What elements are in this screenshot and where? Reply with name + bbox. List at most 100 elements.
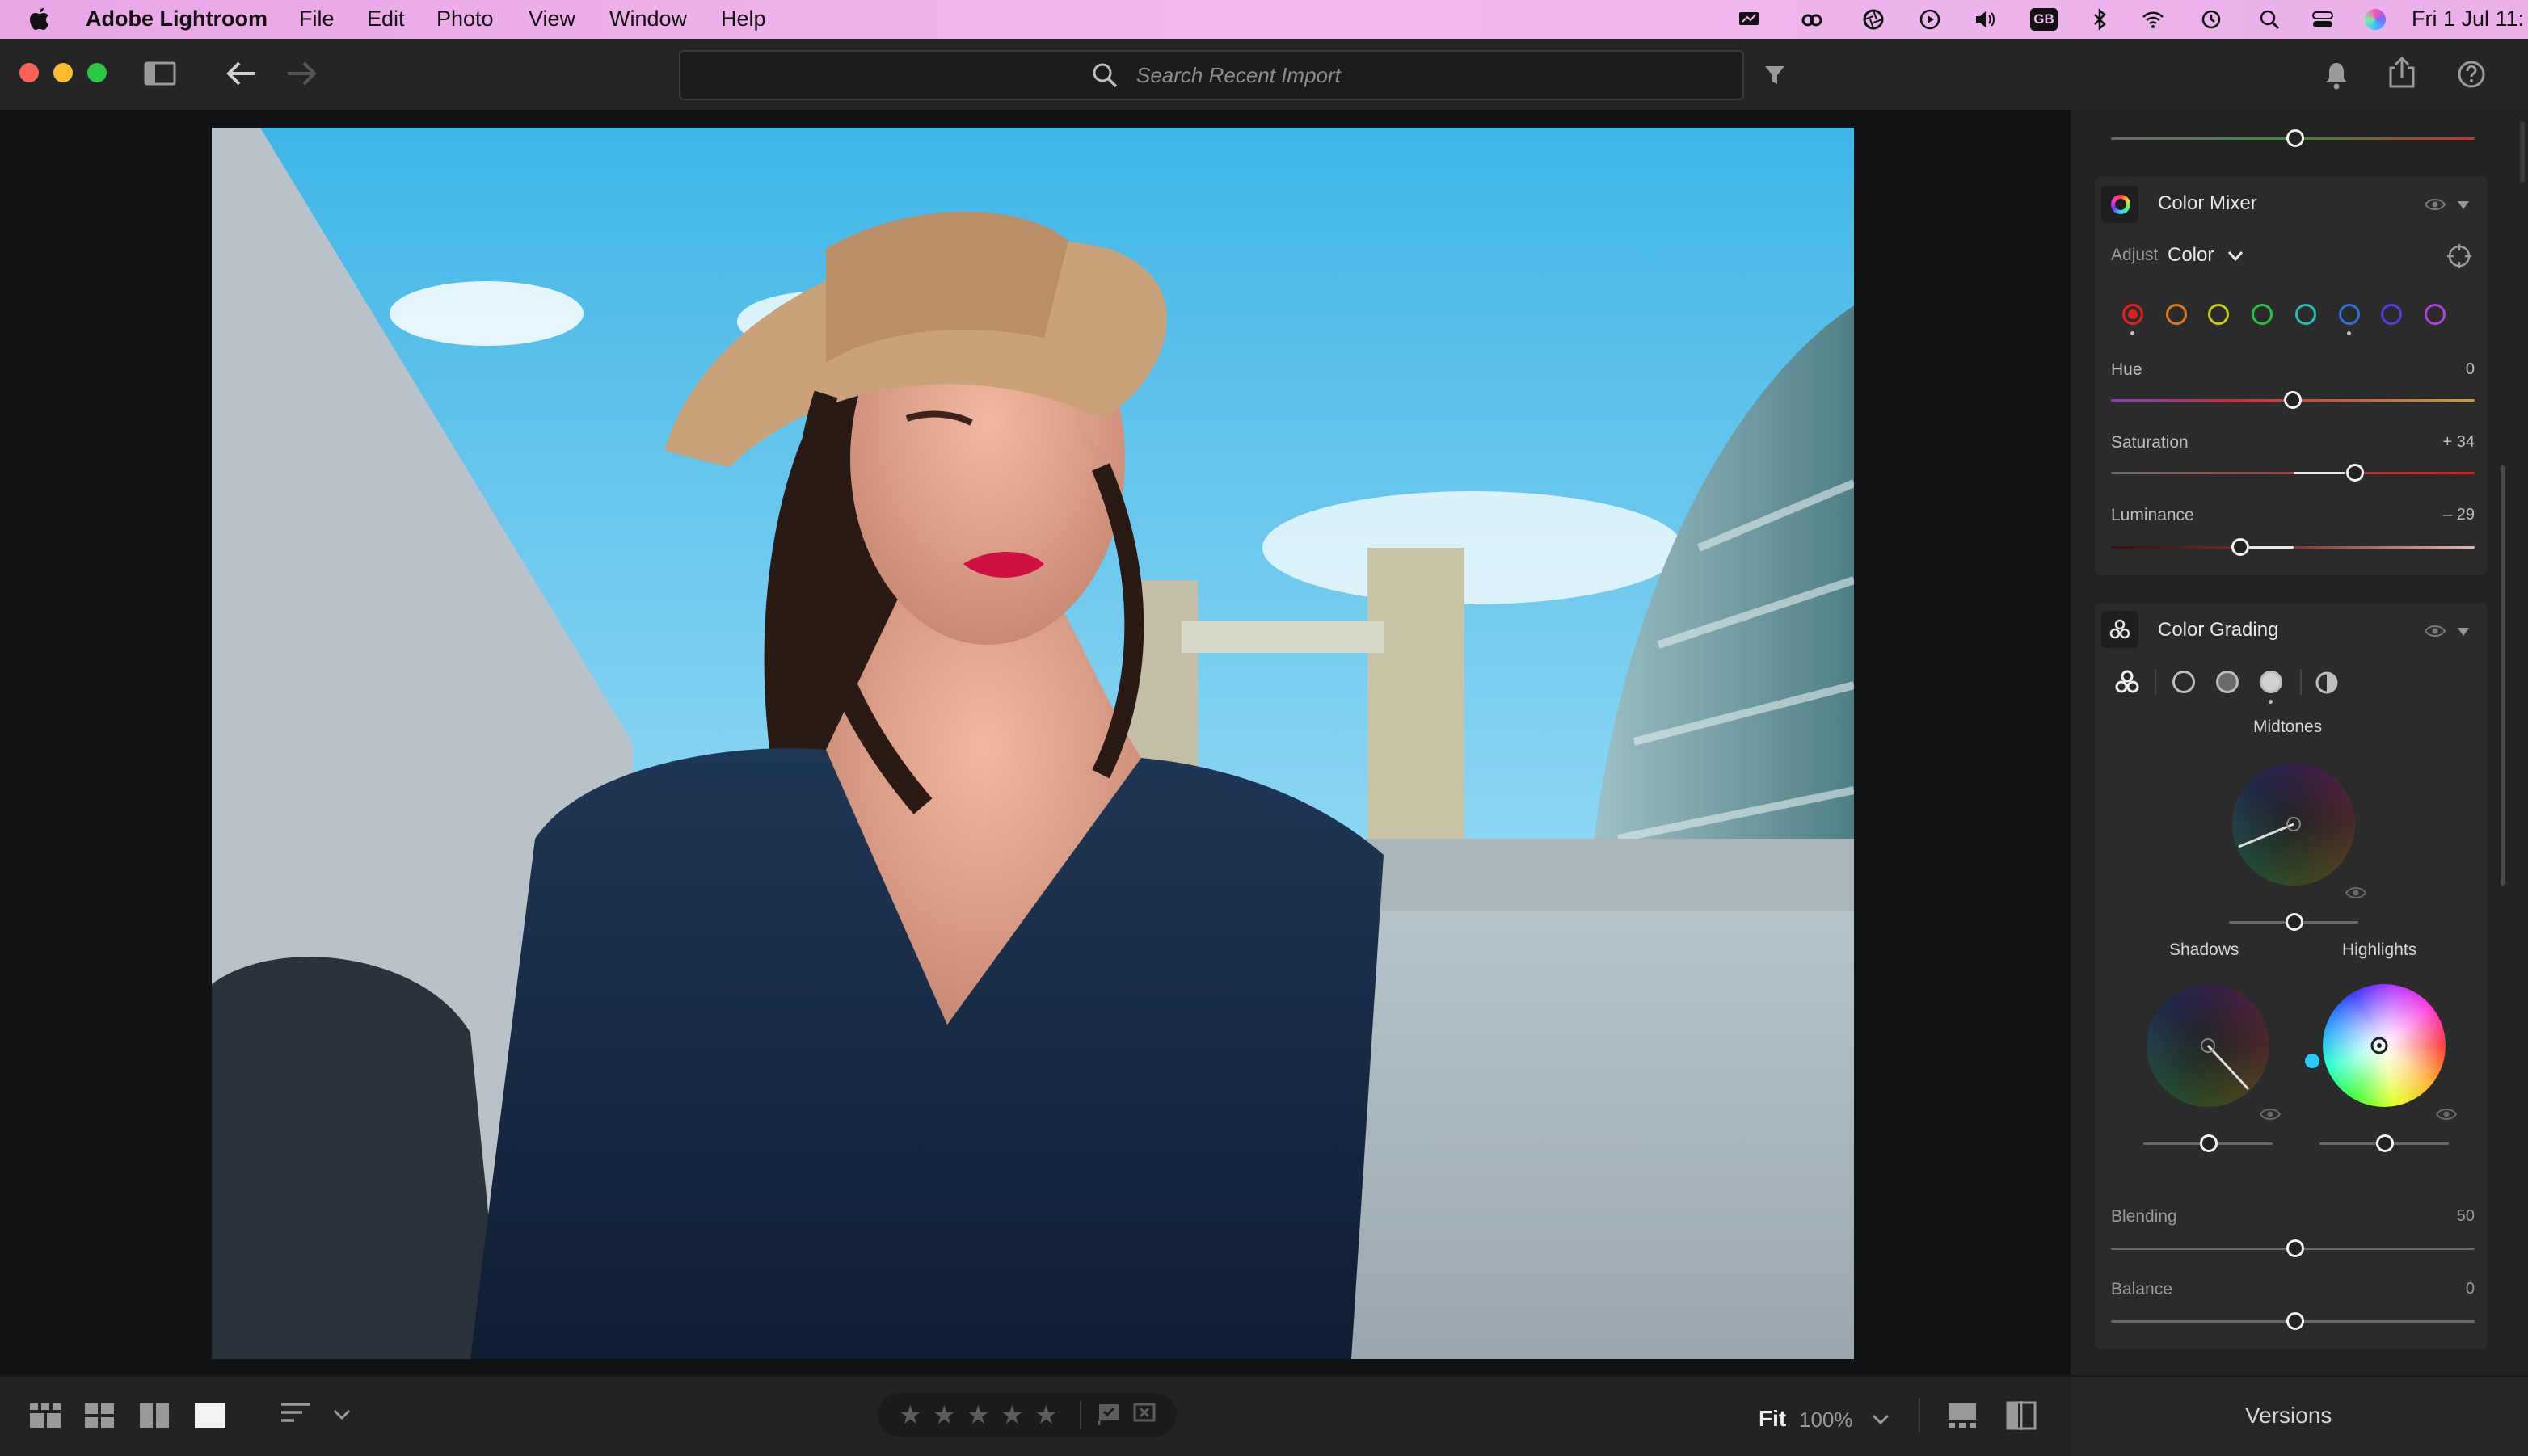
screen-share-icon[interactable] xyxy=(1738,8,1760,31)
detail-view-icon[interactable] xyxy=(194,1403,226,1429)
adjust-chevron-down-icon[interactable] xyxy=(2227,250,2244,262)
play-icon[interactable] xyxy=(1919,8,1941,31)
saturation-slider-track[interactable] xyxy=(2111,472,2475,474)
balance-label: Balance xyxy=(2111,1280,2172,1298)
luminance-value[interactable]: – 29 xyxy=(2410,506,2475,524)
swatch-green[interactable] xyxy=(2252,304,2273,325)
highlights-luminance-knob[interactable] xyxy=(2376,1134,2394,1152)
swatch-orange[interactable] xyxy=(2166,304,2187,325)
photo-preview[interactable] xyxy=(212,128,1854,1359)
sidebar-toggle-icon[interactable] xyxy=(144,61,176,86)
auto-saturation-knob[interactable] xyxy=(2286,129,2304,147)
time-machine-icon[interactable] xyxy=(2200,8,2223,31)
app-menu[interactable]: Adobe Lightroom xyxy=(86,6,268,32)
balance-value[interactable]: 0 xyxy=(2410,1280,2475,1298)
back-arrow-icon[interactable] xyxy=(225,60,259,87)
color-grading-visibility-eye-icon[interactable] xyxy=(2425,624,2446,638)
star-4[interactable]: ★ xyxy=(1001,1399,1024,1430)
swatch-aqua[interactable] xyxy=(2295,304,2316,325)
saturation-value[interactable]: + 34 xyxy=(2410,433,2475,452)
zoom-level-dropdown[interactable]: 100% xyxy=(1799,1408,1853,1433)
menu-photo[interactable]: Photo xyxy=(436,6,494,32)
shadows-view-icon[interactable] xyxy=(2172,671,2195,693)
wifi-icon[interactable] xyxy=(2142,8,2164,31)
zoom-window-button[interactable] xyxy=(87,63,107,82)
color-mixer-visibility-eye-icon[interactable] xyxy=(2425,197,2446,212)
saturation-slider-knob[interactable] xyxy=(2345,464,2364,482)
search-placeholder: Search Recent Import xyxy=(1136,63,1341,87)
apple-icon[interactable] xyxy=(29,6,50,31)
menu-help[interactable]: Help xyxy=(721,6,766,32)
midtones-luminance-knob[interactable] xyxy=(2286,913,2303,931)
midtones-visibility-eye-icon[interactable] xyxy=(2345,886,2366,900)
filmstrip-icon[interactable] xyxy=(1948,1403,1977,1429)
color-grading-title: Color Grading xyxy=(2158,619,2279,641)
highlights-hue-indicator[interactable] xyxy=(2305,1054,2319,1068)
highlights-wheel-handle[interactable] xyxy=(2323,984,2446,1107)
share-icon[interactable] xyxy=(2387,57,2416,89)
help-icon[interactable] xyxy=(2457,60,2486,89)
spotlight-icon[interactable] xyxy=(2258,8,2281,31)
minimize-window-button[interactable] xyxy=(53,63,73,82)
star-5[interactable]: ★ xyxy=(1034,1399,1058,1430)
three-way-view-icon[interactable] xyxy=(2113,667,2142,696)
hue-value[interactable]: 0 xyxy=(2410,360,2475,379)
swatch-purple[interactable] xyxy=(2381,304,2402,325)
swatch-blue[interactable] xyxy=(2339,304,2360,325)
square-grid-view-icon[interactable] xyxy=(29,1403,61,1429)
control-center-icon[interactable] xyxy=(2311,8,2334,31)
volume-icon[interactable] xyxy=(1974,8,1996,31)
panel-scroll-indicator[interactable] xyxy=(2520,121,2525,183)
notifications-bell-icon[interactable] xyxy=(2323,60,2350,90)
before-after-icon[interactable] xyxy=(2006,1401,2037,1430)
swatch-red[interactable] xyxy=(2122,304,2143,325)
sort-chevron-down-icon[interactable] xyxy=(333,1409,351,1420)
color-grading-collapse-chevron-icon[interactable] xyxy=(2457,627,2470,637)
targeted-adjustment-icon[interactable] xyxy=(2446,242,2473,270)
shadows-wheel-handle[interactable] xyxy=(2147,984,2269,1107)
adjust-dropdown[interactable]: Color xyxy=(2168,244,2214,267)
star-2[interactable]: ★ xyxy=(933,1399,956,1430)
menu-view[interactable]: View xyxy=(529,6,575,32)
filter-icon[interactable] xyxy=(1763,65,1786,86)
blending-value[interactable]: 50 xyxy=(2410,1207,2475,1226)
forward-arrow-icon[interactable] xyxy=(284,60,318,87)
siri-icon[interactable] xyxy=(2365,9,2386,30)
bluetooth-icon[interactable] xyxy=(2088,8,2111,31)
pick-flag-icon[interactable] xyxy=(1098,1403,1122,1427)
shadows-luminance-knob[interactable] xyxy=(2200,1134,2218,1152)
swatch-magenta[interactable] xyxy=(2425,304,2446,325)
color-mixer-collapse-chevron-icon[interactable] xyxy=(2457,200,2470,210)
star-3[interactable]: ★ xyxy=(967,1399,990,1430)
hue-slider-knob[interactable] xyxy=(2284,391,2302,409)
menu-window[interactable]: Window xyxy=(609,6,687,32)
balance-slider-knob[interactable] xyxy=(2286,1312,2304,1330)
star-1[interactable]: ★ xyxy=(899,1399,922,1430)
reject-flag-icon[interactable] xyxy=(1133,1403,1157,1427)
global-view-icon[interactable] xyxy=(2315,671,2339,695)
photo-grid-view-icon[interactable] xyxy=(84,1403,115,1429)
midtones-wheel-handle[interactable] xyxy=(2232,763,2355,886)
midtones-view-icon[interactable] xyxy=(2216,671,2239,693)
input-source-badge[interactable]: GB xyxy=(2030,8,2058,31)
highlights-view-icon[interactable] xyxy=(2260,671,2282,693)
luminance-slider-knob[interactable] xyxy=(2231,538,2249,556)
highlights-label: Highlights xyxy=(2342,941,2417,959)
menu-edit[interactable]: Edit xyxy=(367,6,405,32)
blending-slider-knob[interactable] xyxy=(2286,1239,2304,1257)
menu-file[interactable]: File xyxy=(299,6,335,32)
highlights-visibility-eye-icon[interactable] xyxy=(2436,1107,2457,1121)
shadows-visibility-eye-icon[interactable] xyxy=(2260,1107,2281,1121)
creative-cloud-icon[interactable] xyxy=(1801,8,1823,31)
swatch-yellow[interactable] xyxy=(2208,304,2229,325)
versions-button[interactable]: Versions xyxy=(2245,1403,2332,1429)
menubar-clock[interactable]: Fri 1 Jul 11: xyxy=(2412,6,2524,32)
sort-icon[interactable] xyxy=(280,1401,312,1429)
aperture-icon[interactable] xyxy=(1862,8,1885,31)
zoom-chevron-down-icon[interactable] xyxy=(1872,1414,1890,1425)
panel-scrollbar[interactable] xyxy=(2501,465,2505,886)
luminance-label: Luminance xyxy=(2111,506,2194,524)
close-window-button[interactable] xyxy=(19,63,39,82)
compare-view-icon[interactable] xyxy=(139,1403,170,1429)
zoom-fit-button[interactable]: Fit xyxy=(1759,1406,1786,1432)
